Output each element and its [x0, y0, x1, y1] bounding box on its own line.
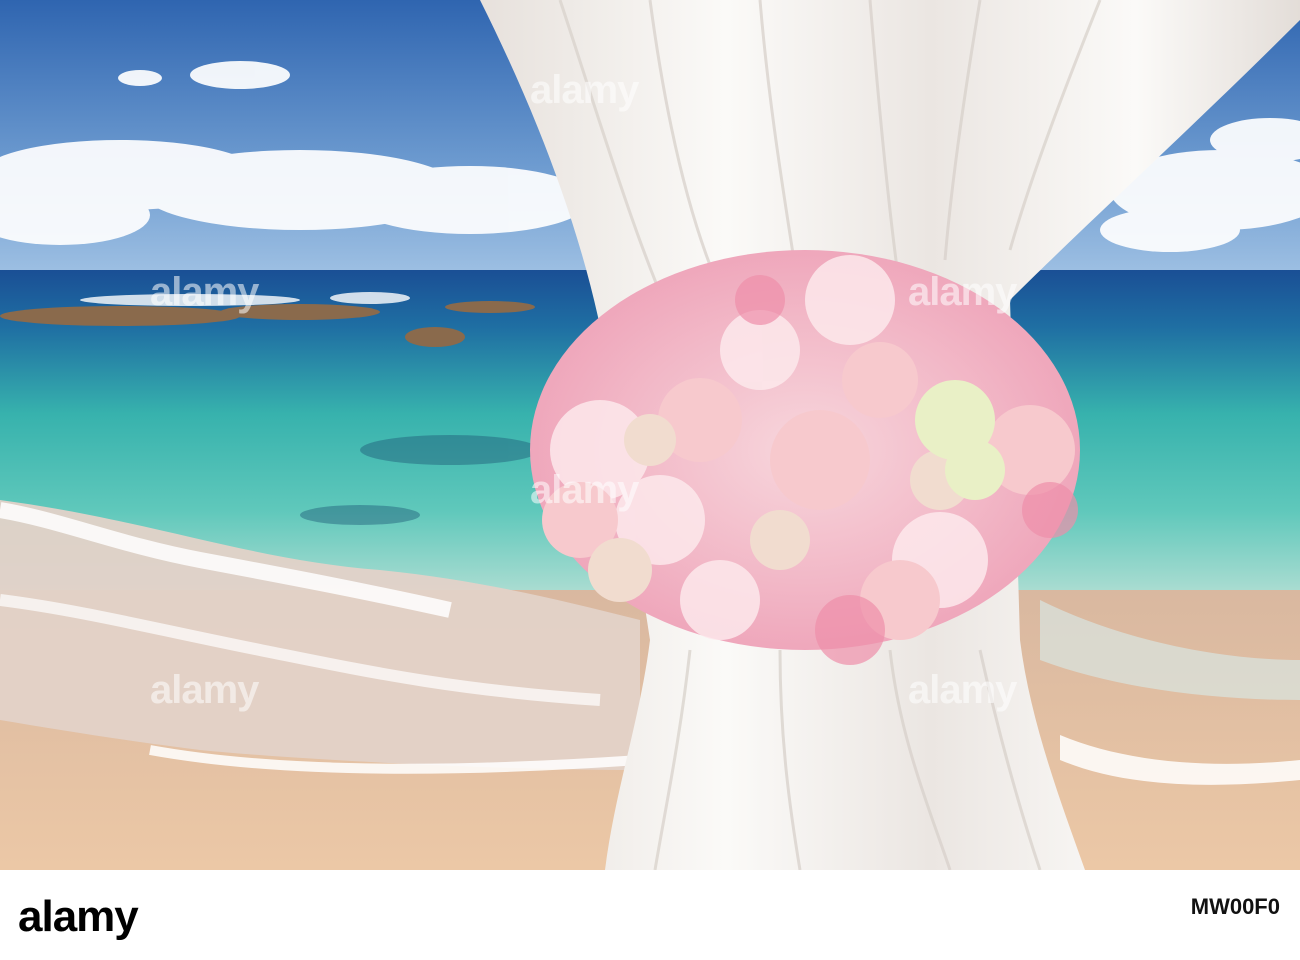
watermark-text: alamy: [530, 68, 639, 112]
watermark-text: alamy: [150, 668, 259, 712]
scene-illustration: [0, 0, 1300, 870]
image-id-block: MW00F0: [950, 892, 1280, 920]
watermark-text: alamy: [150, 270, 259, 314]
watermark-text: alamy: [908, 270, 1017, 314]
stock-footer-bar: alamy MW00F0: [0, 870, 1300, 960]
watermark-text: alamy: [530, 468, 639, 512]
image-id-value: MW00F0: [1190, 894, 1280, 919]
brand-name: alamy: [18, 892, 139, 941]
brand-logo: alamy: [18, 892, 139, 942]
watermark-text: alamy: [908, 668, 1017, 712]
beach-wedding-photo: alamy alamy alamy alamy alamy alamy: [0, 0, 1300, 870]
